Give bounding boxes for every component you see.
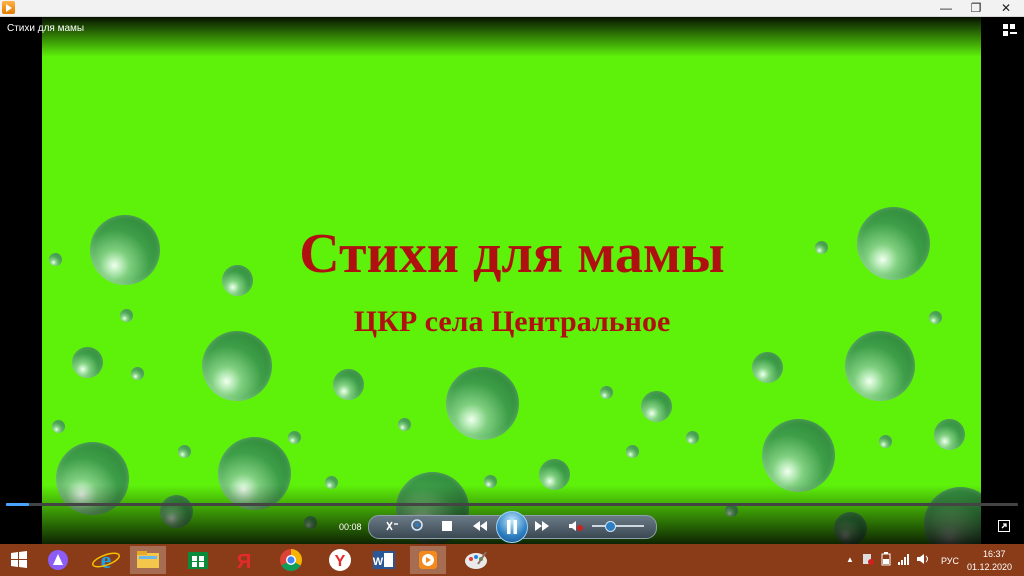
bubble	[762, 419, 835, 492]
security-icon[interactable]	[862, 553, 874, 565]
start-icon[interactable]	[2, 546, 36, 574]
video-top-overlay	[0, 17, 1024, 57]
bubble	[333, 369, 364, 400]
bubble	[752, 352, 783, 383]
svg-text:e: e	[101, 548, 112, 574]
bubble	[641, 391, 672, 422]
paint-icon[interactable]	[458, 546, 494, 574]
speaker-icon[interactable]	[916, 553, 930, 565]
alice-icon[interactable]	[40, 546, 76, 574]
chrome-icon[interactable]	[273, 546, 309, 574]
explorer-icon[interactable]	[130, 546, 166, 574]
shuffle-icon[interactable]	[386, 520, 400, 532]
repeat-icon[interactable]	[410, 518, 424, 532]
bubble	[72, 347, 103, 378]
store-icon[interactable]	[180, 546, 216, 574]
bubble	[845, 331, 915, 401]
ie-icon[interactable]: e	[88, 546, 124, 574]
window-titlebar: — ❐ ✕	[0, 0, 1024, 17]
bubble	[202, 331, 272, 401]
pause-button[interactable]	[496, 511, 528, 543]
bubble	[879, 435, 892, 448]
bubble	[52, 420, 65, 433]
bubble	[600, 386, 613, 399]
bubble	[934, 419, 965, 450]
bubble	[626, 445, 639, 458]
minimize-button[interactable]: —	[932, 0, 960, 16]
battery-icon[interactable]	[880, 552, 892, 566]
word-icon[interactable]: W	[366, 546, 402, 574]
taskbar: e Я Y W ▲	[0, 544, 1024, 576]
svg-text:Я: Я	[237, 551, 251, 573]
media-player-icon[interactable]	[410, 546, 446, 574]
network-icon[interactable]	[898, 553, 910, 565]
elapsed-time: 00:08	[339, 522, 362, 532]
show-hidden-icons[interactable]: ▲	[846, 554, 854, 566]
bubble	[398, 418, 411, 431]
video-title: Стихи для мамы	[7, 23, 85, 34]
input-language[interactable]: РУС	[941, 556, 959, 566]
pause-icon	[507, 520, 517, 534]
clock-time[interactable]: 16:37	[983, 549, 1006, 559]
video-player[interactable]: Стихи для мамы Стихи для мамы ЦКР села Ц…	[0, 17, 1024, 544]
switch-to-library-icon[interactable]	[1003, 24, 1017, 36]
fullscreen-icon[interactable]	[998, 520, 1010, 532]
bubble	[446, 367, 519, 440]
rewind-icon[interactable]	[472, 520, 488, 532]
bubble	[178, 445, 191, 458]
mute-icon[interactable]	[568, 520, 584, 532]
yandex-icon[interactable]: Я	[226, 546, 262, 574]
video-subheadline: ЦКР села Центральное	[353, 305, 671, 338]
maximize-button[interactable]: ❐	[962, 0, 990, 16]
clock-date[interactable]: 01.12.2020	[967, 562, 1012, 572]
svg-text:Y: Y	[335, 553, 346, 570]
yandex-browser-icon[interactable]: Y	[322, 546, 358, 574]
bubble	[686, 431, 699, 444]
fast-forward-icon[interactable]	[534, 520, 550, 532]
stop-icon[interactable]	[442, 521, 452, 531]
volume-slider[interactable]	[592, 525, 644, 527]
close-button[interactable]: ✕	[992, 0, 1020, 16]
media-player-icon	[2, 1, 15, 14]
seek-progress	[6, 503, 30, 506]
bubble	[288, 431, 301, 444]
svg-text:W: W	[373, 556, 384, 568]
video-headline: Стихи для мамы	[299, 223, 725, 285]
seek-bar[interactable]	[6, 503, 1018, 506]
bubble	[131, 367, 144, 380]
